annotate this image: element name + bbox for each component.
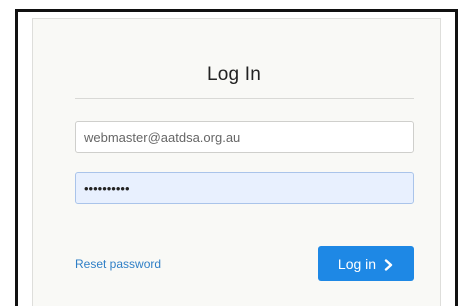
email-field[interactable] xyxy=(75,121,414,153)
chevron-right-icon xyxy=(384,258,394,271)
title-divider xyxy=(75,98,414,99)
password-field[interactable] xyxy=(75,172,414,204)
reset-password-link[interactable]: Reset password xyxy=(75,257,161,271)
page-title: Log In xyxy=(206,64,262,85)
login-button[interactable]: Log in xyxy=(318,246,414,281)
login-button-label: Log in xyxy=(337,255,377,272)
